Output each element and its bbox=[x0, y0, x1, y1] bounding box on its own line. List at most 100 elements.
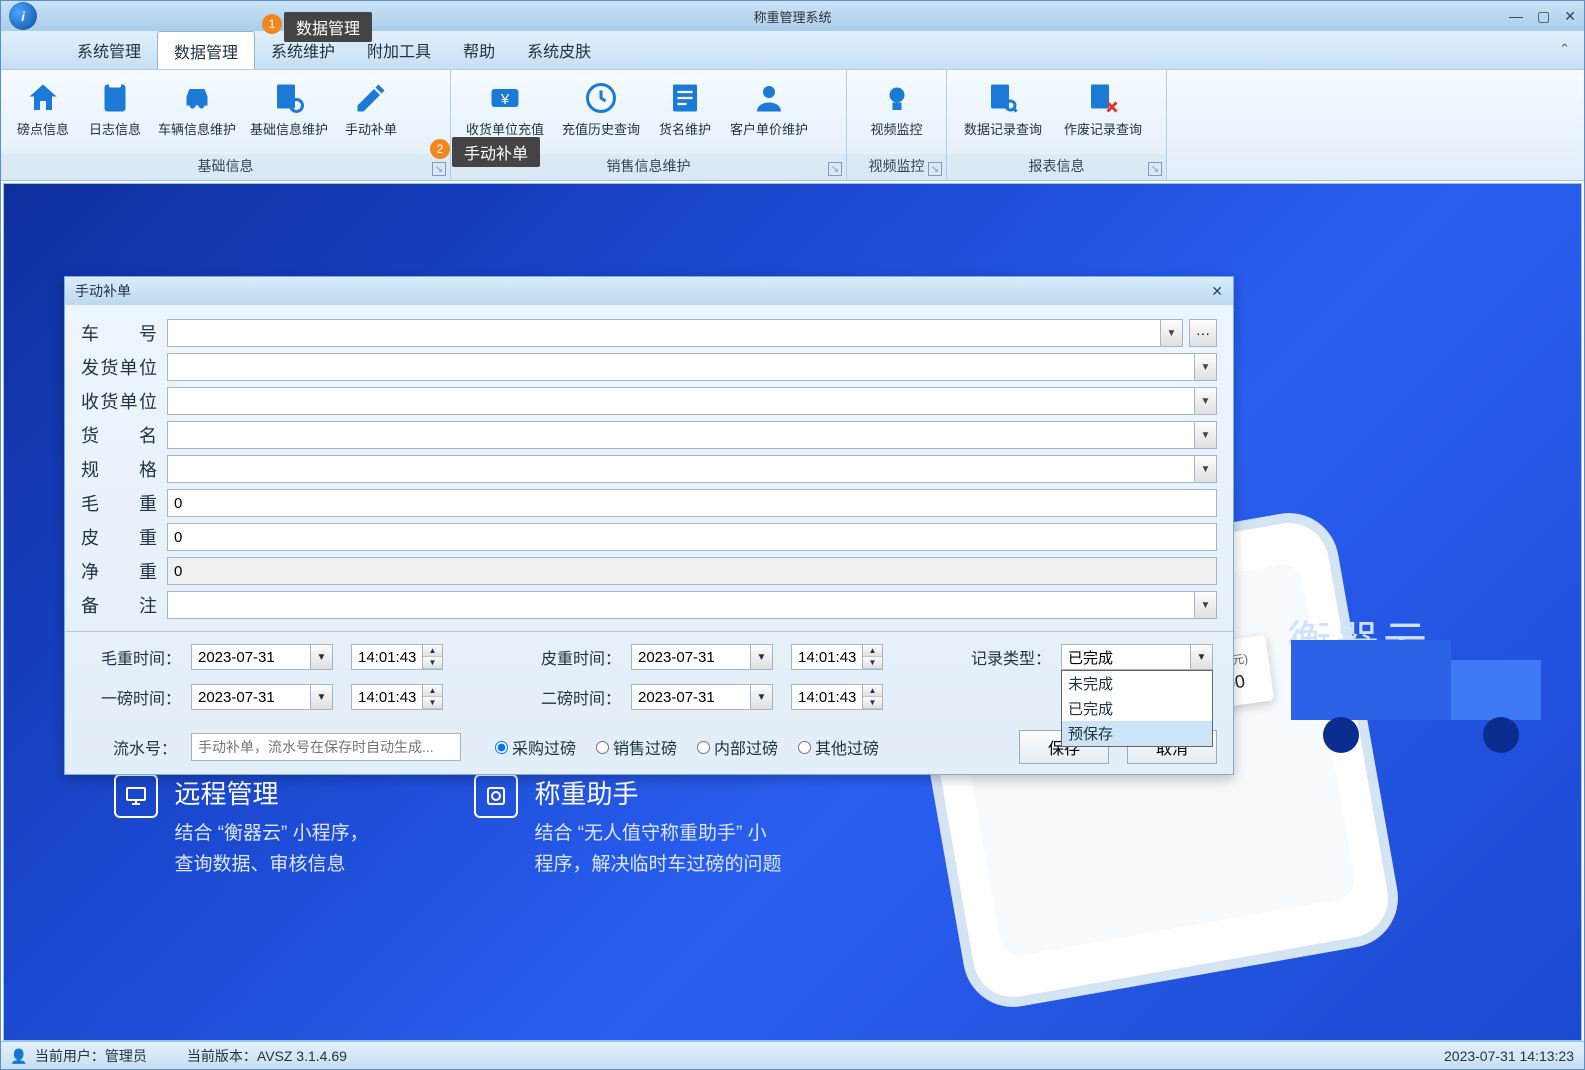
chevron-down-icon[interactable]: ▼ bbox=[751, 644, 773, 670]
ribbon-base-maint[interactable]: 基础信息维护 bbox=[243, 74, 335, 138]
feature-assistant: 称重助手 结合 “无人值守称重助手” 小程序，解决临时车过磅的问题 bbox=[474, 774, 781, 880]
input-remark[interactable] bbox=[167, 591, 1195, 619]
maximize-icon[interactable]: ▢ bbox=[1537, 8, 1550, 25]
truck-icon bbox=[1271, 580, 1582, 780]
ribbon-void-query[interactable]: 作废记录查询 bbox=[1053, 74, 1153, 138]
user-icon: 👤 bbox=[11, 1048, 27, 1064]
input-record-type[interactable] bbox=[1061, 644, 1191, 670]
ribbon-expand-icon[interactable]: ⌃ bbox=[1559, 41, 1570, 57]
minimize-icon[interactable]: — bbox=[1509, 8, 1523, 25]
input-net bbox=[167, 557, 1217, 585]
dropdown-icon[interactable]: ▼ bbox=[1195, 591, 1217, 619]
edit-icon bbox=[351, 78, 391, 118]
record-type-combo[interactable]: ▼ 未完成 已完成 预保存 bbox=[1061, 644, 1231, 670]
doc-void-icon bbox=[1083, 78, 1123, 118]
label-tare: 皮重 bbox=[81, 524, 167, 550]
chevron-down-icon[interactable]: ▼ bbox=[1191, 644, 1213, 670]
input-first-date[interactable] bbox=[191, 684, 311, 710]
label-second-time: 二磅时间： bbox=[521, 685, 631, 709]
radio-purchase[interactable]: 采购过磅 bbox=[495, 735, 576, 759]
input-second-time[interactable] bbox=[791, 684, 863, 710]
group-launcher-icon[interactable]: ↘ bbox=[432, 162, 446, 176]
input-serial[interactable] bbox=[191, 733, 461, 761]
input-gross-time[interactable] bbox=[351, 644, 423, 670]
app-logo-icon: i bbox=[9, 2, 37, 30]
input-goods[interactable] bbox=[167, 421, 1195, 449]
svg-text:¥: ¥ bbox=[500, 91, 510, 108]
label-gross-time: 毛重时间： bbox=[81, 645, 191, 669]
input-shipper[interactable] bbox=[167, 353, 1195, 381]
callout-2: 2 手动补单 bbox=[452, 137, 540, 167]
label-first-time: 一磅时间： bbox=[81, 685, 191, 709]
input-plate[interactable] bbox=[167, 319, 1161, 347]
dropdown-icon[interactable]: ▼ bbox=[1195, 421, 1217, 449]
group-launcher-icon[interactable]: ↘ bbox=[928, 162, 942, 176]
camera-icon bbox=[877, 78, 917, 118]
label-record-type: 记录类型： bbox=[961, 645, 1061, 669]
spinner[interactable]: ▲▼ bbox=[863, 684, 883, 710]
spinner[interactable]: ▲▼ bbox=[423, 684, 443, 710]
clipboard-icon bbox=[95, 78, 135, 118]
tab-help[interactable]: 帮助 bbox=[447, 31, 511, 69]
ribbon-record-query[interactable]: 数据记录查询 bbox=[953, 74, 1053, 138]
label-spec: 规格 bbox=[81, 456, 167, 482]
ribbon-video-monitor[interactable]: 视频监控 bbox=[853, 74, 940, 138]
spinner[interactable]: ▲▼ bbox=[863, 644, 883, 670]
ribbon-manual-supp[interactable]: 手动补单 bbox=[335, 74, 407, 138]
tab-data-manage[interactable]: 数据管理 bbox=[157, 31, 255, 70]
ribbon-customer-price[interactable]: 客户单价维护 bbox=[721, 74, 817, 138]
radio-internal[interactable]: 内部过磅 bbox=[697, 735, 778, 759]
tab-skin[interactable]: 系统皮肤 bbox=[511, 31, 607, 69]
input-gross[interactable] bbox=[167, 489, 1217, 517]
chevron-down-icon[interactable]: ▼ bbox=[311, 644, 333, 670]
ribbon-group-video: 视频监控 视频监控 ↘ bbox=[847, 70, 947, 180]
tab-system-manage[interactable]: 系统管理 bbox=[61, 31, 157, 69]
separator bbox=[65, 631, 1233, 632]
input-gross-date[interactable] bbox=[191, 644, 311, 670]
feature-remote: 远程管理 结合 “衡器云” 小程序，查询数据、审核信息 bbox=[114, 774, 369, 880]
input-first-time[interactable] bbox=[351, 684, 423, 710]
chevron-down-icon[interactable]: ▼ bbox=[311, 684, 333, 710]
label-receiver: 收货单位 bbox=[81, 388, 167, 414]
dropdown-icon[interactable]: ▼ bbox=[1161, 319, 1183, 347]
input-tare[interactable] bbox=[167, 523, 1217, 551]
input-tare-date[interactable] bbox=[631, 644, 751, 670]
chevron-down-icon[interactable]: ▼ bbox=[751, 684, 773, 710]
weigh-type-radios: 采购过磅 销售过磅 内部过磅 其他过磅 bbox=[495, 735, 879, 759]
dialog-title: 手动补单 bbox=[75, 281, 131, 301]
ribbon-recharge-history[interactable]: 充值历史查询 bbox=[553, 74, 649, 138]
input-spec[interactable] bbox=[167, 455, 1195, 483]
status-user: 👤 当前用户：管理员 bbox=[11, 1046, 147, 1066]
input-second-date[interactable] bbox=[631, 684, 751, 710]
ribbon-tip-info[interactable]: 磅点信息 bbox=[7, 74, 79, 138]
dropdown-option[interactable]: 预保存 bbox=[1062, 721, 1212, 746]
close-window-icon[interactable]: ✕ bbox=[1564, 8, 1576, 25]
dropdown-icon[interactable]: ▼ bbox=[1195, 353, 1217, 381]
group-launcher-icon[interactable]: ↘ bbox=[828, 162, 842, 176]
title-bar: i 称重管理系统 — ▢ ✕ bbox=[1, 1, 1584, 31]
group-launcher-icon[interactable]: ↘ bbox=[1148, 162, 1162, 176]
input-tare-time[interactable] bbox=[791, 644, 863, 670]
ribbon-receiver-recharge[interactable]: ¥ 收货单位充值 bbox=[457, 74, 553, 138]
spinner[interactable]: ▲▼ bbox=[423, 644, 443, 670]
ribbon-group-report: 数据记录查询 作废记录查询 报表信息 ↘ bbox=[947, 70, 1167, 180]
window-title: 称重管理系统 bbox=[753, 7, 831, 26]
radio-sale[interactable]: 销售过磅 bbox=[596, 735, 677, 759]
ribbon-vehicle-maint[interactable]: 车辆信息维护 bbox=[151, 74, 243, 138]
dropdown-option[interactable]: 未完成 bbox=[1062, 671, 1212, 696]
dropdown-option[interactable]: 已完成 bbox=[1062, 696, 1212, 721]
input-receiver[interactable] bbox=[167, 387, 1195, 415]
scale-icon bbox=[474, 774, 518, 818]
dialog-title-bar[interactable]: 手动补单 ✕ bbox=[65, 277, 1233, 305]
label-plate: 车号 bbox=[81, 320, 167, 346]
dropdown-icon[interactable]: ▼ bbox=[1195, 387, 1217, 415]
ribbon-log-info[interactable]: 日志信息 bbox=[79, 74, 151, 138]
plate-browse-button[interactable]: ··· bbox=[1189, 319, 1217, 347]
dropdown-icon[interactable]: ▼ bbox=[1195, 455, 1217, 483]
ribbon: 磅点信息 日志信息 车辆信息维护 基础信息维护 手动补单 bbox=[1, 69, 1584, 181]
radio-other[interactable]: 其他过磅 bbox=[798, 735, 879, 759]
status-bar: 👤 当前用户：管理员 当前版本：AVSZ 3.1.4.69 2023-07-31… bbox=[1, 1041, 1584, 1069]
dialog-close-icon[interactable]: ✕ bbox=[1211, 283, 1223, 300]
manual-supplement-dialog: 手动补单 ✕ 车号 ▼ ··· 发货单位 ▼ 收货单位 ▼ 货名 bbox=[64, 276, 1234, 775]
ribbon-goods-maint[interactable]: 货名维护 bbox=[649, 74, 721, 138]
